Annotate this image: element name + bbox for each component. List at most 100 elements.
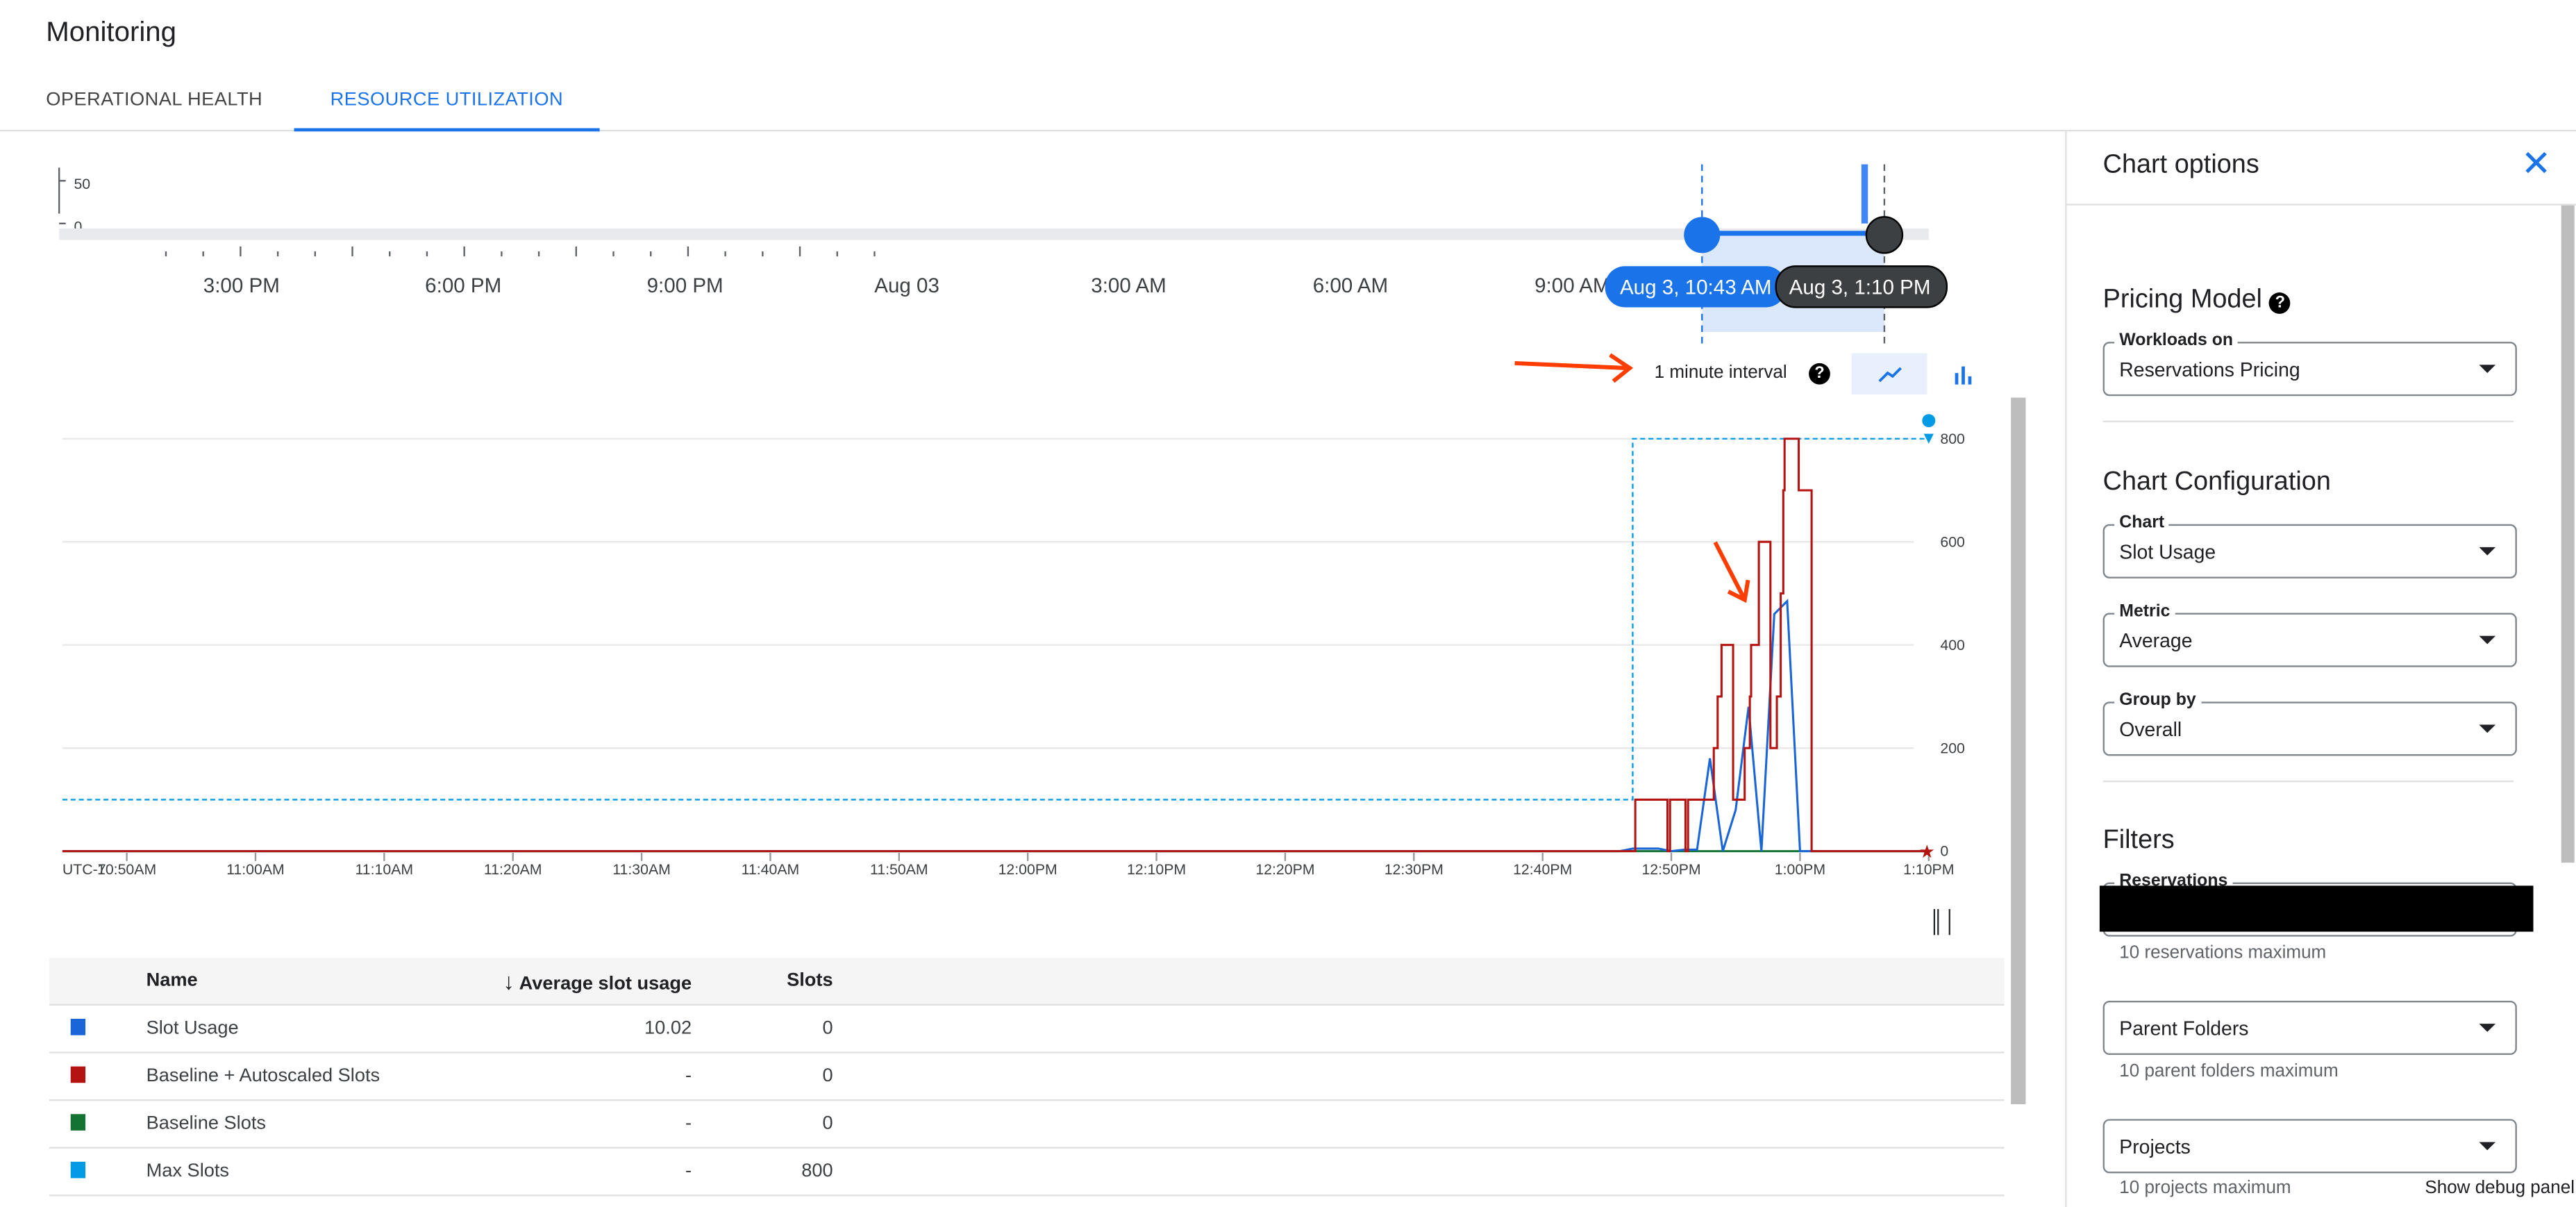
series-slots: 0 <box>693 1052 835 1101</box>
range-end-handle[interactable] <box>1865 216 1904 254</box>
field-value: Overall <box>2119 717 2182 742</box>
legend-row[interactable]: Baseline Slots - 0 <box>49 1100 2005 1149</box>
series-slots: 0 <box>693 1100 835 1149</box>
series-swatch <box>70 1065 86 1083</box>
legend-row[interactable]: Max Slots - 800 <box>49 1147 2005 1197</box>
field-value: Reservations Pricing <box>2119 358 2300 381</box>
overview-timeline[interactable]: 50 0 3:00 PM 6:00 PM 9:00 PM Aug 03 3:00 AM 6… <box>0 131 2054 345</box>
metric-select[interactable]: Metric Average <box>2102 601 2517 667</box>
tab-resource-utilization[interactable]: RESOURCE UTILIZATION <box>294 74 600 132</box>
overview-x-label: 9:00 PM <box>647 274 724 297</box>
x-tick-label: 11:00AM <box>226 861 285 878</box>
tab-operational-health[interactable]: OPERATIONAL HEALTH <box>10 74 299 128</box>
chevron-down-icon <box>2479 635 2496 644</box>
parent-folders-select[interactable]: Parent Folders <box>2102 1000 2517 1056</box>
filters-heading: Filters <box>2102 826 2175 855</box>
series-avg: 10.02 <box>443 1004 694 1054</box>
series-line-max-slots <box>62 438 1929 801</box>
pricing-heading: Pricing Model <box>2102 285 2262 314</box>
x-tick-label: 1:10PM <box>1903 861 1954 878</box>
overview-x-label: Aug 03 <box>874 274 939 297</box>
field-value: Slot Usage <box>2119 540 2216 564</box>
y-tick-label: 800 <box>1940 431 1965 447</box>
series-line-slot-usage <box>62 599 1929 853</box>
chevron-down-icon <box>2479 1024 2496 1032</box>
chevron-down-icon <box>2479 724 2496 733</box>
tab-bar: OPERATIONAL HEALTH RESOURCE UTILIZATION <box>0 74 2576 132</box>
field-label: Metric <box>2114 601 2175 622</box>
x-tick-label: 11:20AM <box>484 861 542 878</box>
x-tick-label: 11:40AM <box>742 861 800 878</box>
column-toggle-icon[interactable]: ║│ <box>1929 908 1957 933</box>
close-icon[interactable]: ✕ <box>2521 143 2552 186</box>
bar-chart-icon[interactable] <box>1950 362 1977 388</box>
series-name: Max Slots <box>144 1147 444 1197</box>
y-tick-label: 0 <box>1940 843 1948 860</box>
range-start-handle[interactable] <box>1684 217 1721 253</box>
x-tick-label: 12:10PM <box>1127 861 1186 878</box>
field-value: Average <box>2119 629 2193 653</box>
panel-scrollbar[interactable] <box>2561 205 2575 863</box>
chart-select[interactable]: Chart Slot Usage <box>2102 513 2517 578</box>
slot-usage-chart: 0 200 400 600 800 10:50AM 11:00AM 11:10AM 11:20A… <box>62 414 1965 878</box>
series-name: Baseline + Autoscaled Slots <box>144 1052 444 1101</box>
y-tick-label: 600 <box>1940 533 1965 550</box>
projects-select[interactable]: Projects <box>2102 1119 2517 1174</box>
overview-x-label: 6:00 AM <box>1313 274 1388 297</box>
line-chart-icon <box>1878 367 1902 383</box>
x-tick-label: 1:00PM <box>1775 861 1825 878</box>
x-tick-label: 11:10AM <box>356 861 414 878</box>
range-start-label: Aug 3, 10:43 AM <box>1620 276 1772 299</box>
field-placeholder: Projects <box>2119 1135 2191 1159</box>
hint: 10 reservations maximum <box>2119 943 2327 963</box>
show-debug-panel-link[interactable]: Show debug panel <box>2425 1178 2575 1197</box>
config-heading: Chart Configuration <box>2102 468 2331 497</box>
workloads-select[interactable]: Workloads on Reservations Pricing <box>2102 330 2517 397</box>
help-circle-icon[interactable]: ? <box>2269 292 2291 314</box>
overview-x-label: 3:00 AM <box>1091 274 1166 297</box>
legend-row[interactable]: Slot Usage 10.02 0 <box>49 1004 2005 1054</box>
overview-y-tick: 50 <box>74 176 90 192</box>
overview-x-label: 6:00 PM <box>425 274 501 297</box>
series-swatch <box>70 1160 86 1178</box>
overview-x-label: 3:00 PM <box>203 274 280 297</box>
field-label: Workloads on <box>2114 330 2239 350</box>
page-title: Monitoring <box>46 16 177 48</box>
series-avg: - <box>443 1100 694 1149</box>
help-circle-icon[interactable]: ? <box>1809 363 1830 385</box>
chart-options-panel: Chart options ✕ Pricing Model ? Workload… <box>2065 129 2576 1207</box>
line-chart-button[interactable] <box>1851 353 1927 394</box>
x-tick-label: 11:30AM <box>612 861 671 878</box>
series-name: Baseline Slots <box>144 1100 444 1149</box>
series-swatch <box>70 1113 86 1130</box>
panel-title: Chart options <box>2066 130 2576 206</box>
scrollbar[interactable] <box>2011 397 2026 1105</box>
column-header-avg[interactable]: ↓ Average slot usage <box>443 958 694 1006</box>
legend-row[interactable]: Baseline + Autoscaled Slots - 0 <box>49 1052 2005 1101</box>
chevron-down-icon <box>2479 365 2496 374</box>
series-avg: - <box>443 1147 694 1197</box>
annotation-arrow-icon <box>1713 541 1750 604</box>
sort-arrow-icon: ↓ <box>503 967 515 994</box>
x-tick-label: 12:30PM <box>1385 861 1444 878</box>
column-header-slots[interactable]: Slots <box>693 958 835 1006</box>
x-tick-label: 12:00PM <box>998 861 1057 878</box>
field-label: Chart <box>2114 513 2170 533</box>
chevron-down-icon <box>2479 1142 2496 1151</box>
field-placeholder: Parent Folders <box>2119 1017 2249 1040</box>
column-header-name[interactable]: Name <box>144 958 444 1006</box>
x-tick-label: 12:40PM <box>1513 861 1572 878</box>
series-avg: - <box>443 1052 694 1101</box>
overview-x-label: 9:00 AM <box>1534 274 1609 297</box>
hint: 10 parent folders maximum <box>2119 1061 2339 1081</box>
range-end-label: Aug 3, 1:10 PM <box>1789 276 1931 299</box>
y-tick-label: 200 <box>1940 740 1965 756</box>
legend-table: Name ↓ Average slot usage Slots Slot Usa… <box>49 958 2005 1197</box>
redacted-block <box>2099 885 2534 932</box>
y-tick-label: 400 <box>1940 637 1965 654</box>
series-swatch <box>70 1017 86 1035</box>
group-by-select[interactable]: Group by Overall <box>2102 690 2517 756</box>
series-slots: 0 <box>693 1004 835 1054</box>
x-tick-label: 11:50AM <box>870 861 928 878</box>
field-label: Group by <box>2114 690 2201 710</box>
